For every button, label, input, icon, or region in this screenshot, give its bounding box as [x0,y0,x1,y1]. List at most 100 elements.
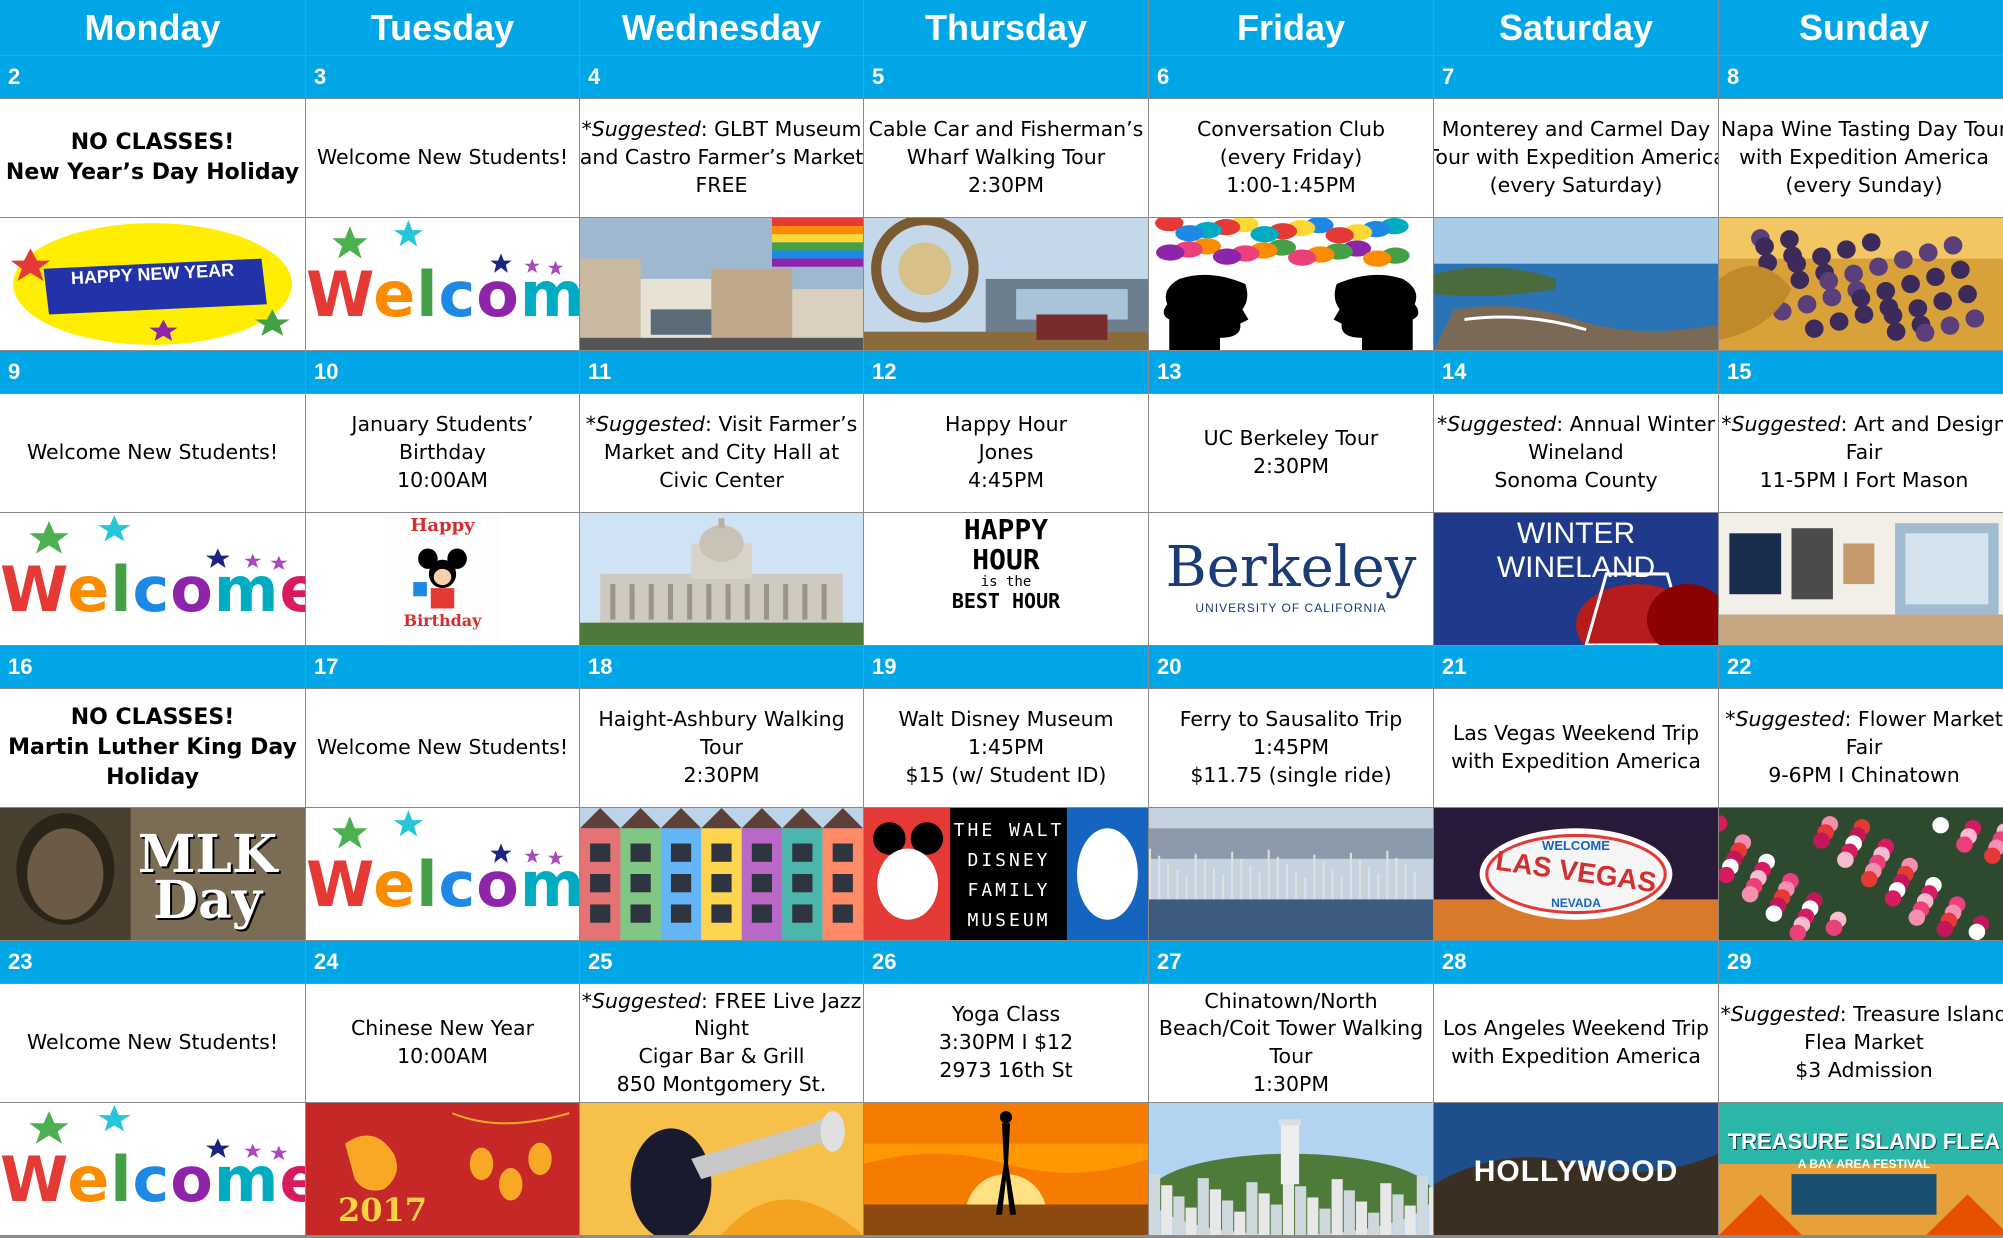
event-line: Night [693,1016,750,1041]
date-number[interactable]: 15 [1719,351,2003,393]
welcome-graphic-icon: Welcome [306,808,579,940]
event-line: Conversation Club [1196,117,1386,142]
date-number[interactable]: 22 [1719,646,2003,688]
welcome-text: Welcome [0,1143,305,1216]
day-header-tuesday: Tuesday [306,0,579,55]
date-number[interactable]: 25 [580,941,863,983]
event-description: Happy Hour Jones 4:45PM [864,394,1148,512]
date-number[interactable]: 8 [1719,56,2003,98]
event-description: Los Angeles Weekend Trip with Expedition … [1434,984,1718,1102]
welcome-text: Welcome [0,553,305,626]
welcome-graphic-icon: Welcome [0,1103,305,1235]
date-number[interactable]: 29 [1719,941,2003,983]
vegas-nevada-text: NEVADA [1551,896,1601,910]
event-description: *Suggested: Art and Design Fair 11-5PM I F… [1719,394,2003,512]
welcome-word: Welcome [306,258,579,331]
event-line: NO CLASSES! [70,705,235,731]
event-line: Wharf Walking Tour [906,145,1106,170]
event-line: Flea Market [1804,1030,1924,1055]
las-vegas-sign-photo-icon: WELCOME LAS VEGAS NEVADA [1434,808,1718,940]
event-line: (every Sunday) [1785,172,1943,197]
event-line: *Suggested: Flower Market [1725,707,2003,732]
date-number[interactable]: 20 [1149,646,1433,688]
date-number[interactable]: 10 [306,351,579,393]
event-line: Cigar Bar & Grill [638,1044,805,1068]
date-number[interactable]: 21 [1434,646,1718,688]
welcome-word: Welcome [0,1143,305,1216]
event-line: Napa Wine Tasting Day Tour [1720,117,2003,142]
date-number[interactable]: 24 [306,941,579,983]
flower-market-photo-icon [1719,808,2003,940]
date-number[interactable]: 26 [864,941,1148,983]
event-description: *Suggested: Visit Farmer’s Market and Cit… [580,394,863,512]
date-number[interactable]: 28 [1434,941,1718,983]
date-number[interactable]: 16 [0,646,305,688]
day-header-monday: Monday [0,0,305,55]
event-description: January Students’ Birthday 10:00AM [306,394,579,512]
day-header-saturday: Saturday [1434,0,1718,55]
date-number[interactable]: 17 [306,646,579,688]
date-number[interactable]: 5 [864,56,1148,98]
welcome-graphic-icon: Welcome [306,218,579,350]
event-line: *Suggested: FREE Live Jazz [581,988,862,1013]
mlk-day-text: MLK Day [137,824,278,931]
welcome-graphic-icon: Welcome [0,513,305,645]
event-description: UC Berkeley Tour 2:30PM [1149,394,1433,512]
date-number[interactable]: 7 [1434,56,1718,98]
date-number[interactable]: 12 [864,351,1148,393]
date-number[interactable]: 23 [0,941,305,983]
date-number[interactable]: 18 [580,646,863,688]
birthday-text-bottom: Birthday [403,611,482,630]
welcome-text: Welcome [306,848,579,921]
date-number[interactable]: 9 [0,351,305,393]
event-line: Los Angeles Weekend Trip [1442,1016,1710,1041]
date-number[interactable]: 4 [580,56,863,98]
event-line: and Castro Farmer’s Market [580,145,863,170]
event-line: *Suggested: GLBT Museum [581,117,862,142]
event-description: *Suggested: FREE Live Jazz Night Cigar Bar… [580,984,863,1102]
happy-hour-graphic-icon: HAPPY HOUR is the BEST HOUR [864,513,1148,645]
event-line: *Suggested: Art and Design [1721,412,2003,437]
date-number[interactable]: 2 [0,56,305,98]
day-header-sunday: Sunday [1719,0,2003,55]
walt-disney-family-museum-logo-icon: THE WALT DISNEY FAMILY MUSEUM [864,808,1148,940]
hollywood-text: HOLLYWOOD [1473,1155,1679,1188]
hollywood-sign-photo-icon: HOLLYWOOD [1434,1103,1718,1235]
date-number[interactable]: 19 [864,646,1148,688]
event-line: Tour [699,735,743,760]
year-text: 2017 [337,1191,428,1229]
art-gallery-photo-icon [1719,513,2003,645]
event-line: Cable Car and Fisherman’s [868,117,1144,142]
event-line: Jones [978,440,1034,465]
mickey-happy-birthday-graphic-icon: Happy Birthday [306,513,579,645]
event-line: Fair [1845,735,1883,760]
event-line: Las Vegas Weekend Trip [1452,721,1700,746]
date-number[interactable]: 3 [306,56,579,98]
event-line: 850 Montgomery St. [616,1071,827,1096]
yoga-sunset-photo-icon [864,1103,1148,1235]
event-description: *Suggested: Treasure Island Flea Market $3… [1719,984,2003,1102]
event-line: Wineland [1528,440,1624,465]
date-number[interactable]: 11 [580,351,863,393]
event-line: $11.75 (single ride) [1190,762,1392,787]
event-line: 10:00AM [397,1044,488,1068]
date-number[interactable]: 13 [1149,351,1433,393]
day-header-thursday: Thursday [864,0,1148,55]
event-line: January Students’ [351,412,534,437]
event-line: with Expedition America [1451,1044,1701,1068]
event-description: Haight-Ashbury Walking Tour 2:30PM [580,689,863,807]
date-number[interactable]: 27 [1149,941,1433,983]
berkeley-logo-icon: Berkeley UNIVERSITY OF CALIFORNIA [1149,513,1433,645]
event-line: 11-5PM I Fort Mason [1759,467,1969,492]
date-number[interactable]: 14 [1434,351,1718,393]
event-line: Beach/Coit Tower Walking [1158,1016,1424,1041]
event-line: Sonoma County [1494,467,1658,492]
event-line: Welcome New Students! [26,1030,279,1055]
calendar-grid: Monday Tuesday Wednesday Thursday Friday Satu… [0,0,2003,1238]
date-number[interactable]: 6 [1149,56,1433,98]
event-line: (every Saturday) [1489,172,1663,197]
chinese-new-year-rooster-graphic-icon: 2017 [306,1103,579,1235]
event-description: Welcome New Students! [0,984,305,1102]
event-line: Tour with Expedition America [1434,145,1718,170]
event-description: NO CLASSES! Martin Luther King Day Holiday [0,689,305,807]
